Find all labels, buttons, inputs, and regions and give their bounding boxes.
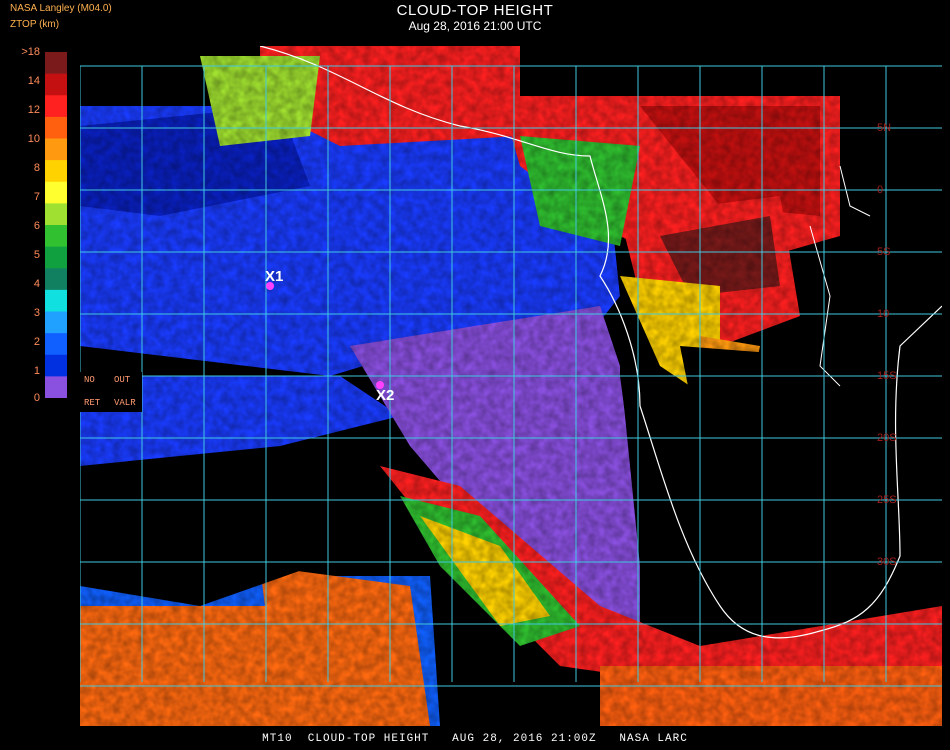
colorbar-label: 5	[33, 249, 40, 261]
chart-subtitle: Aug 28, 2016 21:00 UTC	[408, 19, 542, 33]
colorbar-swatch	[45, 268, 67, 291]
legend-no: NO	[84, 375, 95, 385]
colorbar-label: 4	[33, 278, 40, 290]
colorbar-swatch	[45, 376, 67, 399]
colorbar-swatch	[45, 311, 67, 334]
colorbar-swatch	[45, 52, 67, 75]
colorbar-label: 14	[27, 75, 40, 87]
latitude-label: 5S	[877, 246, 891, 258]
colorbar-swatch	[45, 246, 67, 269]
colorbar-swatch	[45, 138, 67, 161]
latitude-label: 20S	[877, 432, 897, 444]
map-canvas	[80, 46, 942, 726]
colorbar-swatch	[45, 160, 67, 183]
cloud-top-map[interactable]: X1 X2 5N 0 5S 10 15S 20S 25S 30S NO OUT RET VAL…	[80, 46, 942, 726]
colorbar-label: 3	[33, 307, 40, 319]
colorbar-label: 8	[33, 162, 40, 174]
colorbar	[45, 52, 67, 399]
colorbar-swatch	[45, 333, 67, 356]
colorbar-label: 2	[33, 336, 40, 348]
latitude-label: 25S	[877, 494, 897, 506]
colorbar-label: 0	[33, 392, 40, 404]
colorbar-label: >18	[21, 46, 40, 58]
colorbar-swatch	[45, 116, 67, 140]
colorbar-swatches	[45, 52, 67, 399]
org-label: NASA Langley (M04.0)	[10, 3, 112, 14]
colorbar-swatch	[45, 225, 67, 248]
latitude-label: 10	[877, 308, 890, 320]
legend-ret: RET	[84, 398, 101, 408]
colorbar-swatch	[45, 181, 67, 204]
chart-title: CLOUD-TOP HEIGHT	[396, 2, 554, 19]
latitude-label: 15S	[877, 370, 897, 382]
marker-x1[interactable]: X1	[265, 268, 283, 285]
marker-x2[interactable]: X2	[376, 387, 394, 404]
legend-panel: NO OUT RET VALR	[80, 372, 142, 412]
colorbar-label: 10	[27, 133, 40, 145]
footer-caption: MT10 CLOUD-TOP HEIGHT AUG 28, 2016 21:00…	[262, 733, 688, 745]
colorbar-label: 7	[33, 191, 40, 203]
colorbar-label: 12	[27, 104, 40, 116]
colorbar-swatch	[45, 289, 67, 313]
colorbar-swatch	[45, 95, 67, 118]
latitude-label: 0	[877, 184, 884, 196]
colorbar-swatch	[45, 203, 67, 226]
units-label: ZTOP (km)	[10, 19, 60, 30]
colorbar-swatch	[45, 73, 67, 96]
colorbar-swatch	[45, 354, 67, 377]
latitude-label: 5N	[877, 122, 892, 134]
latitude-label: 30S	[877, 556, 897, 568]
legend-out: OUT	[114, 375, 131, 385]
legend-valr: VALR	[114, 398, 136, 408]
colorbar-label: 1	[33, 365, 40, 377]
colorbar-label: 6	[33, 220, 40, 232]
